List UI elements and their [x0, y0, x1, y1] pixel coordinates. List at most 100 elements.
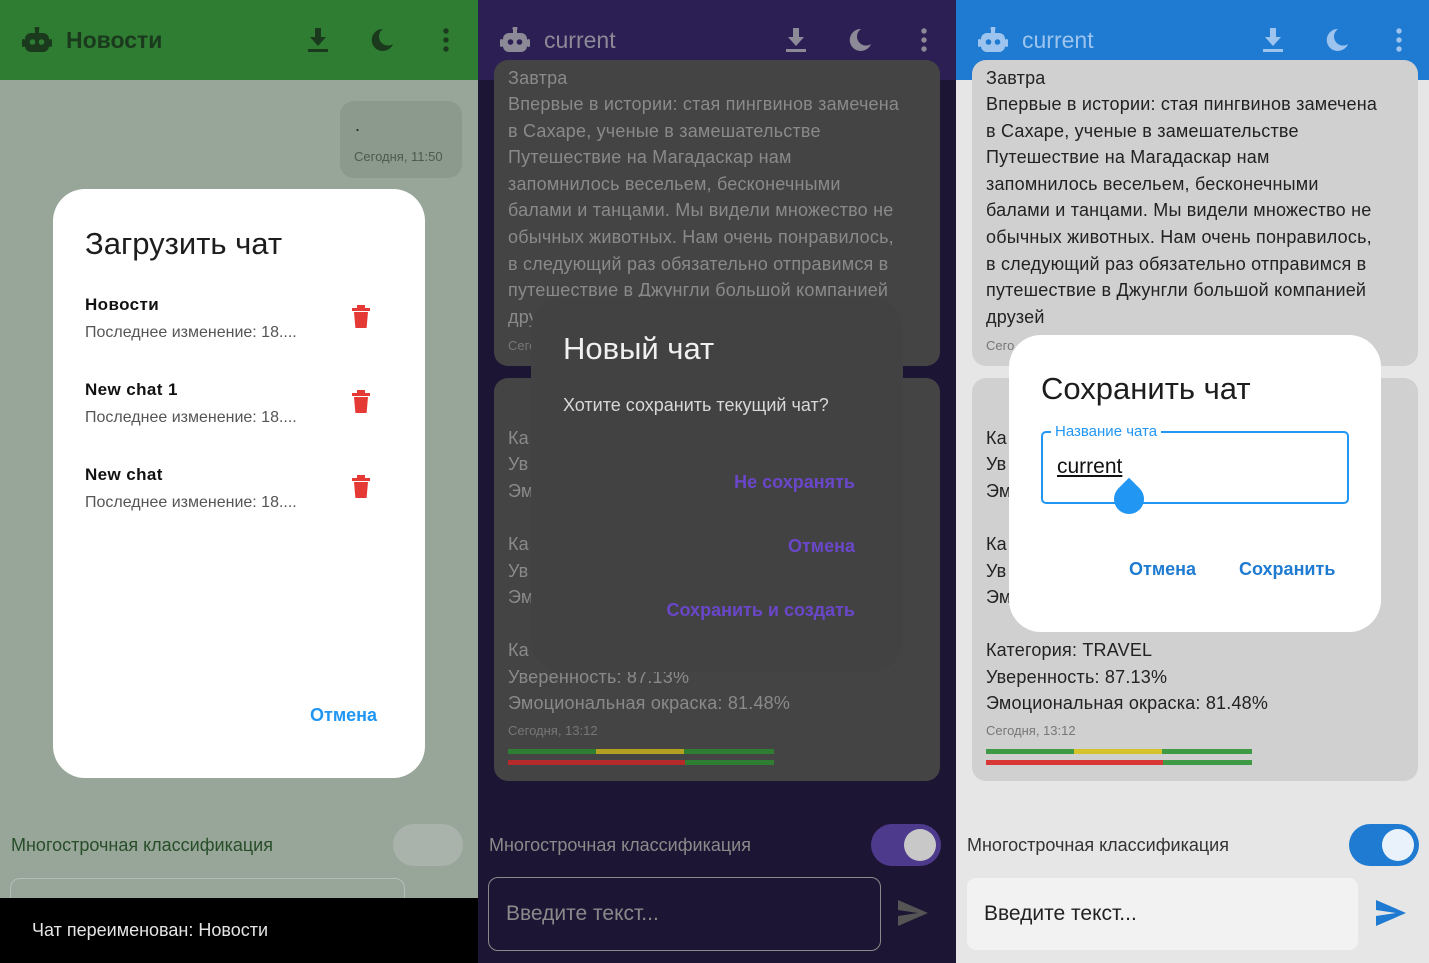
emotion-text: Эмоциональная окраска: 81.48% — [986, 693, 1269, 713]
fragment: Эм — [508, 481, 534, 501]
cancel-button[interactable]: Отмена — [1129, 559, 1196, 580]
fragment: Эм — [508, 587, 534, 607]
text-line: Путешествие на Магадаскар нам — [986, 147, 1270, 168]
text-line: запомнилось весельем, бесконечными — [508, 173, 841, 194]
chat-name-field[interactable]: Название чата current — [1041, 423, 1349, 521]
multiline-toggle[interactable] — [1349, 824, 1419, 866]
new-chat-dialog: Новый чат Хотите сохранить текущий чат? … — [531, 297, 903, 672]
message-input[interactable]: Введите текст... — [488, 877, 881, 951]
text-line: в Сахаре, ученые в замешательстве — [986, 120, 1299, 141]
chat-subtitle: Последнее изменение: 18.... — [85, 494, 297, 511]
chat-subtitle: Последнее изменение: 18.... — [85, 324, 297, 341]
message-input[interactable]: Введите текст... — [966, 877, 1359, 951]
text-line: в следующий раз обязательно отправимся в — [508, 253, 889, 274]
multiline-toggle[interactable] — [871, 824, 941, 866]
fragment: Ка — [986, 534, 1007, 554]
more-vert-icon[interactable] — [414, 0, 478, 80]
snackbar-text: Чат переименован: Новости — [32, 920, 269, 940]
multiline-label: Многострочная классификация — [489, 835, 751, 855]
save-and-create-button[interactable]: Сохранить и создать — [667, 600, 855, 621]
text-line: балами и танцами. Мы видели множество не — [986, 200, 1372, 221]
delete-icon[interactable] — [351, 475, 371, 504]
robot-icon — [22, 26, 52, 53]
fragment: Ув — [508, 454, 529, 474]
cancel-button[interactable]: Отмена — [310, 705, 377, 726]
fragment: Ув — [986, 454, 1007, 474]
cancel-button[interactable]: Отмена — [788, 536, 855, 557]
user-message-bubble: . Сегодня, 11:50 — [340, 101, 462, 178]
save-button[interactable]: Сохранить — [1239, 559, 1335, 580]
field-value: current — [1057, 455, 1123, 478]
delete-icon[interactable] — [351, 390, 371, 419]
save-chat-dialog: Сохранить чат Название чата current Отме… — [1009, 335, 1381, 632]
chat-list-item[interactable]: New chat Последнее изменение: 18.... — [85, 465, 385, 525]
snackbar: Чат переименован: Новости — [0, 898, 478, 963]
dialog-title: Загрузить чат — [85, 226, 283, 261]
message-time: Сегодня, 11:50 — [354, 149, 443, 164]
toggle-knob — [1382, 829, 1414, 861]
fragment: Ув — [508, 561, 529, 581]
text-line: в Сахаре, ученые в замешательстве — [508, 120, 821, 141]
multiline-label: Многострочная классификация — [967, 835, 1229, 855]
load-chat-screen: Новости . Сегодня, 11:50 Загрузить чат Н… — [0, 0, 478, 963]
dialog-title: Новый чат — [563, 331, 715, 366]
text-line: путешествие в Джунгли большой компанией — [986, 280, 1367, 301]
send-icon[interactable] — [1376, 900, 1406, 931]
load-chat-dialog: Загрузить чат Новости Последнее изменени… — [53, 189, 425, 778]
dialog-body: Хотите сохранить текущий чат? — [563, 395, 829, 415]
robot-icon — [978, 26, 1008, 53]
text-line: запомнилось весельем, бесконечными — [986, 173, 1319, 194]
message-partial-line: Завтра — [508, 68, 568, 88]
emotion-text: Эмоциональная окраска: 81.48% — [508, 693, 791, 713]
fragment: Ка — [508, 428, 529, 448]
app-title: Новости — [66, 26, 163, 53]
message-bubble: Завтра Впервые в истории: стая пингвинов… — [972, 60, 1418, 366]
chat-name: Новости — [85, 295, 160, 314]
chat-name: New chat — [85, 465, 163, 484]
save-chat-screen: current Завтра Впервые в истории: стая п… — [956, 0, 1429, 963]
dont-save-button[interactable]: Не сохранять — [734, 472, 855, 493]
text-cursor-handle[interactable] — [1107, 477, 1151, 521]
message-text: Впервые в истории: стая пингвинов замече… — [508, 91, 899, 330]
result-time: Сегодня, 13:12 — [508, 723, 598, 738]
message-text: Впервые в истории: стая пингвинов замече… — [986, 91, 1377, 330]
download-icon[interactable] — [286, 0, 350, 80]
text-line: обычных животных. Нам очень понравилось, — [986, 226, 1372, 247]
send-icon[interactable] — [898, 900, 928, 931]
score-bars — [986, 749, 1252, 771]
new-chat-screen: current Завтра Впервые в истории: стая п… — [478, 0, 956, 963]
message-text: . — [355, 115, 361, 135]
fragment: Эм — [986, 587, 1012, 607]
score-bars — [508, 749, 774, 771]
app-title: current — [544, 26, 616, 53]
fragment: Эм — [986, 481, 1012, 501]
robot-icon — [500, 26, 530, 53]
toggle-knob — [904, 829, 936, 861]
text-line: в следующий раз обязательно отправимся в — [986, 253, 1367, 274]
chat-list-item[interactable]: Новости Последнее изменение: 18.... — [85, 295, 385, 355]
chat-name: New chat 1 — [85, 380, 178, 399]
text-line: Впервые в истории: стая пингвинов замече… — [986, 94, 1378, 114]
multiline-label: Многострочная классификация — [11, 835, 273, 855]
chat-subtitle: Последнее изменение: 18.... — [85, 409, 297, 426]
multiline-toggle[interactable] — [393, 824, 463, 866]
text-line: Впервые в истории: стая пингвинов замече… — [508, 94, 900, 114]
chat-list-item[interactable]: New chat 1 Последнее изменение: 18.... — [85, 380, 385, 440]
text-line: балами и танцами. Мы видели множество не — [508, 200, 894, 221]
fragment: Ка — [508, 534, 529, 554]
fragment: Ка — [508, 640, 529, 660]
field-label: Название чата — [1051, 423, 1162, 440]
app-bar: Новости — [0, 0, 478, 80]
fragment: Ка — [986, 428, 1007, 448]
message-partial-line: Завтра — [986, 68, 1046, 88]
delete-icon[interactable] — [351, 305, 371, 334]
category-text: Категория: TRAVEL — [986, 640, 1153, 660]
message-time: Сего — [986, 338, 1015, 353]
dialog-title: Сохранить чат — [1041, 371, 1251, 406]
result-time: Сегодня, 13:12 — [986, 723, 1076, 738]
dark-mode-icon[interactable] — [350, 0, 414, 80]
text-line: обычных животных. Нам очень понравилось, — [508, 226, 894, 247]
app-title: current — [1022, 26, 1094, 53]
fragment: Ув — [986, 561, 1007, 581]
text-line: друзей — [986, 306, 1045, 327]
